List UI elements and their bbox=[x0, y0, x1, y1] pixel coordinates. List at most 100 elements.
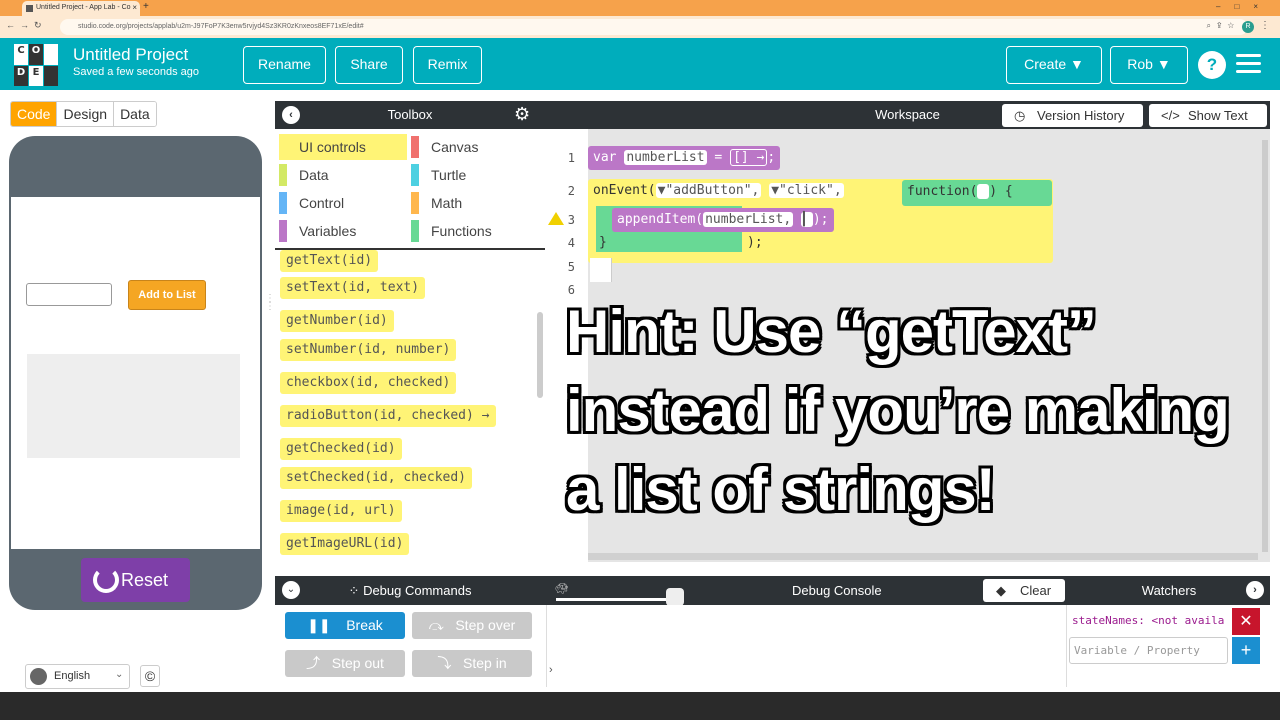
step-over-button[interactable]: ⤼ Step over bbox=[412, 612, 532, 639]
toolbox-category[interactable]: Variables bbox=[279, 218, 407, 244]
toolbox-scrollbar[interactable] bbox=[537, 312, 543, 398]
toolbox-category[interactable]: UI controls bbox=[279, 134, 407, 160]
element-id-dropdown[interactable]: ▼"addButton", bbox=[655, 183, 762, 198]
toolbox-block-list: getText(id) setText(id, text) getNumber(id… bbox=[275, 250, 545, 562]
equals-sign: = bbox=[714, 150, 723, 165]
url-input[interactable]: studio.code.org/projects/applab/u2m-J97F… bbox=[60, 19, 1248, 35]
toolbox-category-label: Functions bbox=[431, 223, 492, 239]
list-arg-slot[interactable]: numberList, bbox=[703, 212, 794, 227]
onevent-close: ); bbox=[742, 233, 768, 253]
toolbox-block[interactable]: checkbox(id, checked) bbox=[280, 372, 457, 394]
toolbox-category[interactable]: Canvas bbox=[411, 134, 539, 160]
var-declaration-block[interactable]: var numberList = [] →; bbox=[588, 146, 781, 170]
warning-icon[interactable] bbox=[548, 212, 564, 225]
toolbox-block[interactable]: radioButton(id, checked) → bbox=[280, 405, 496, 427]
browser-tab[interactable]: Untitled Project - App Lab - Co × bbox=[22, 1, 140, 16]
profile-avatar[interactable]: R bbox=[1242, 21, 1254, 33]
logo-letter bbox=[44, 44, 58, 65]
remix-button[interactable]: Remix bbox=[413, 46, 482, 84]
toolbox-category[interactable]: Turtle bbox=[411, 162, 539, 188]
gear-icon[interactable]: ⚙ bbox=[514, 104, 530, 125]
toolbox-category[interactable]: Control bbox=[279, 190, 407, 216]
user-name: Rob bbox=[1127, 56, 1153, 72]
save-status: Saved a few seconds ago bbox=[73, 66, 199, 78]
watch-variable-input[interactable]: Variable / Property bbox=[1069, 637, 1228, 664]
toolbox-category[interactable]: Math bbox=[411, 190, 539, 216]
collapse-toolbox-icon[interactable]: ‹ bbox=[282, 106, 300, 124]
item-arg-slot[interactable]: ▎ bbox=[801, 212, 813, 227]
resize-handle[interactable]: ⋮ ⋮ bbox=[265, 294, 275, 312]
toolbox-category-label: Turtle bbox=[431, 167, 467, 183]
browser-tab-title: Untitled Project - App Lab - Co bbox=[36, 4, 131, 11]
step-out-button[interactable]: ⤴ Step out bbox=[285, 650, 405, 677]
add-watch-button[interactable]: + bbox=[1232, 637, 1260, 664]
zoom-share-star-icons[interactable]: ⌕⇪☆ bbox=[1206, 21, 1240, 31]
event-type-dropdown[interactable]: ▼"click", bbox=[769, 183, 844, 198]
pause-icon: ❚❚ bbox=[307, 617, 331, 633]
toolbox-block[interactable]: setNumber(id, number) bbox=[280, 339, 457, 361]
speed-slider-handle[interactable] bbox=[666, 588, 684, 606]
create-dropdown-button[interactable]: Create ▼ bbox=[1006, 46, 1102, 84]
empty-line-block[interactable] bbox=[590, 258, 612, 282]
toolbox-block[interactable]: setText(id, text) bbox=[280, 277, 426, 299]
line-number: 4 bbox=[567, 236, 575, 250]
logo-letter: C bbox=[14, 44, 28, 65]
toolbox-block[interactable]: getChecked(id) bbox=[280, 438, 402, 460]
clear-console-button[interactable]: ◆ Clear bbox=[983, 579, 1065, 602]
collapse-debug-icon[interactable]: ⌄ bbox=[282, 581, 300, 599]
empty-array-slot[interactable]: [] → bbox=[730, 149, 768, 166]
category-color-swatch bbox=[279, 192, 287, 214]
close-tab-icon[interactable]: × bbox=[132, 3, 137, 12]
version-history-button[interactable]: ◷ Version History bbox=[1002, 104, 1143, 127]
clock-icon: ◷ bbox=[1014, 108, 1026, 123]
help-button[interactable]: ? bbox=[1198, 51, 1226, 79]
rename-button[interactable]: Rename bbox=[243, 46, 326, 84]
show-text-button[interactable]: </> Show Text bbox=[1149, 104, 1267, 127]
step-in-button[interactable]: ⤵ Step in bbox=[412, 650, 532, 677]
app-text-input[interactable] bbox=[26, 283, 112, 306]
workspace-h-scrollbar[interactable] bbox=[588, 553, 1258, 560]
toolbox-category[interactable]: Functions bbox=[411, 218, 539, 244]
code-org-logo[interactable]: C O D E bbox=[14, 44, 58, 86]
code-icon: </> bbox=[1161, 108, 1180, 123]
variable-name-slot[interactable]: numberList bbox=[624, 150, 707, 165]
new-tab-icon[interactable]: + bbox=[143, 1, 149, 12]
debug-console-output[interactable] bbox=[546, 605, 1067, 687]
share-button[interactable]: Share bbox=[335, 46, 403, 84]
expand-watchers-icon[interactable]: › bbox=[1246, 581, 1264, 599]
semicolon: ; bbox=[767, 150, 776, 165]
user-menu-button[interactable]: Rob ▼ bbox=[1110, 46, 1188, 84]
tab-code[interactable]: Code bbox=[11, 102, 58, 126]
line-number: 5 bbox=[567, 260, 575, 274]
tab-design[interactable]: Design bbox=[57, 102, 115, 126]
appenditem-block[interactable]: appendItem(numberList, ▎); bbox=[612, 208, 834, 232]
workspace-title: Workspace bbox=[875, 107, 940, 122]
break-button[interactable]: ❚❚ Break bbox=[285, 612, 405, 639]
function-block[interactable]: function( ) { bbox=[902, 180, 1052, 206]
break-label: Break bbox=[346, 617, 383, 633]
toolbox-block[interactable]: getNumber(id) bbox=[280, 310, 394, 332]
toolbox-block[interactable]: getImageURL(id) bbox=[280, 533, 410, 555]
tab-data[interactable]: Data bbox=[114, 102, 156, 126]
toolbox-block[interactable]: getText(id) bbox=[280, 250, 379, 272]
onevent-keyword: onEvent( bbox=[593, 183, 656, 198]
remove-watch-button[interactable]: ✕ bbox=[1232, 608, 1260, 635]
category-color-swatch bbox=[279, 220, 287, 242]
browser-nav-icons[interactable]: ←→↻ bbox=[6, 20, 47, 31]
step-out-label: Step out bbox=[331, 655, 384, 671]
hamburger-menu-icon[interactable] bbox=[1236, 54, 1261, 74]
browser-menu-icon[interactable]: ⋮ bbox=[1260, 20, 1270, 31]
toolbox-category[interactable]: Data bbox=[279, 162, 407, 188]
logo-letter: O bbox=[29, 44, 43, 65]
add-to-list-button[interactable]: Add to List bbox=[128, 280, 206, 310]
toolbox-block[interactable]: image(id, url) bbox=[280, 500, 402, 522]
app-lab-favicon-icon bbox=[26, 5, 33, 12]
turtle-icon: 🐢︎ bbox=[555, 583, 569, 595]
window-controls[interactable]: –□× bbox=[1216, 2, 1272, 11]
toolbox-category-label: Math bbox=[431, 195, 463, 211]
toolbox-block[interactable]: setChecked(id, checked) bbox=[280, 467, 473, 489]
debug-commands-title: Debug Commands bbox=[363, 583, 472, 598]
copyright-button[interactable]: © bbox=[140, 665, 160, 687]
function-param-slot[interactable] bbox=[977, 184, 990, 199]
speed-slider-track[interactable] bbox=[556, 598, 676, 601]
